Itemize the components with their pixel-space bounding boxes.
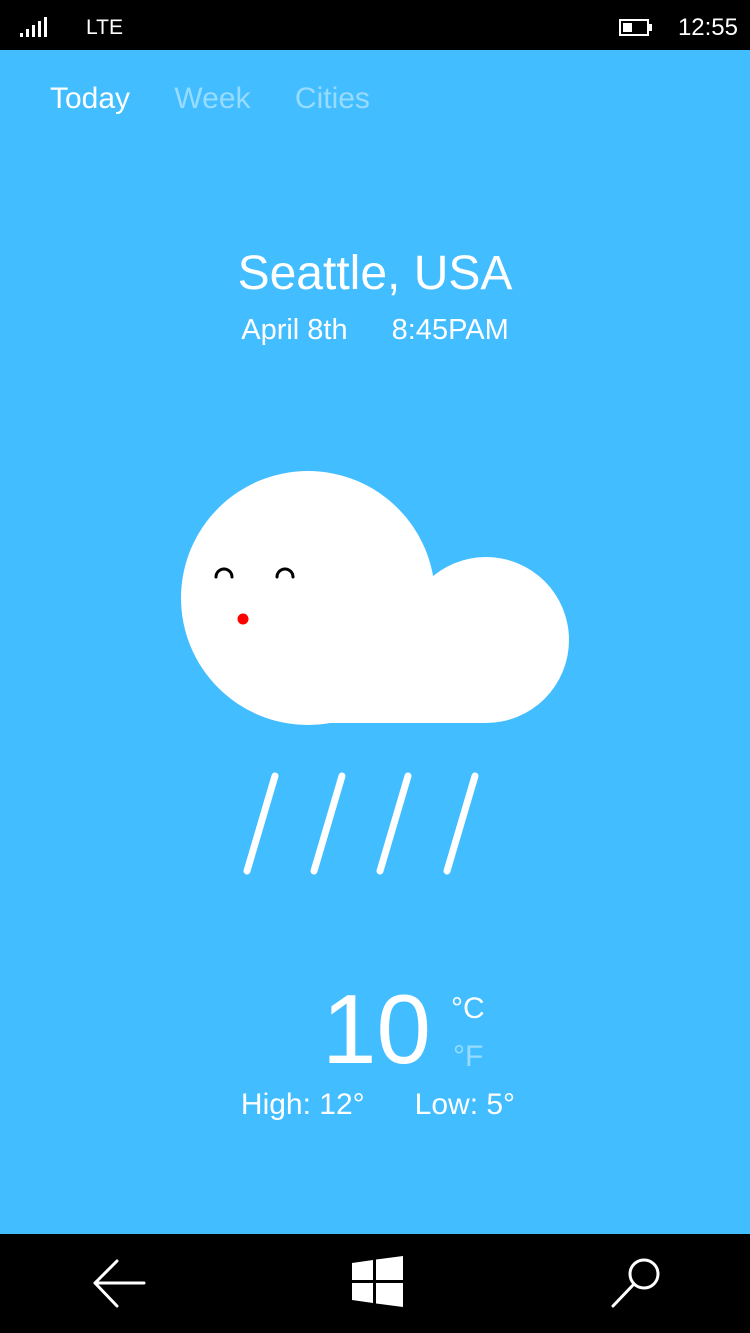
fahrenheit-toggle[interactable]: °F [453,1040,483,1074]
status-bar: LTE 12:55 [0,0,750,50]
cloud-cheek [237,613,249,625]
high-temperature: High: 12° [240,1088,365,1121]
cloud-shape [181,471,569,725]
high-low: High: 12° Low: 5° [0,1088,750,1122]
low-temperature: Low: 5° [414,1088,516,1121]
search-icon[interactable] [608,1256,668,1312]
signal-bars-icon [20,17,47,37]
weather-app: Today Week Cities Seattle, USA April 8th… [0,50,750,1234]
battery-icon [619,19,652,36]
network-type: LTE [86,16,123,39]
status-clock: 12:55 [677,14,738,41]
back-arrow-icon[interactable] [90,1256,150,1312]
rain-drops [243,772,479,875]
current-temperature: 10 [322,974,432,1084]
navigation-bar [0,1234,750,1333]
windows-logo-icon[interactable] [349,1256,409,1312]
celsius-toggle[interactable]: °C [451,992,485,1026]
